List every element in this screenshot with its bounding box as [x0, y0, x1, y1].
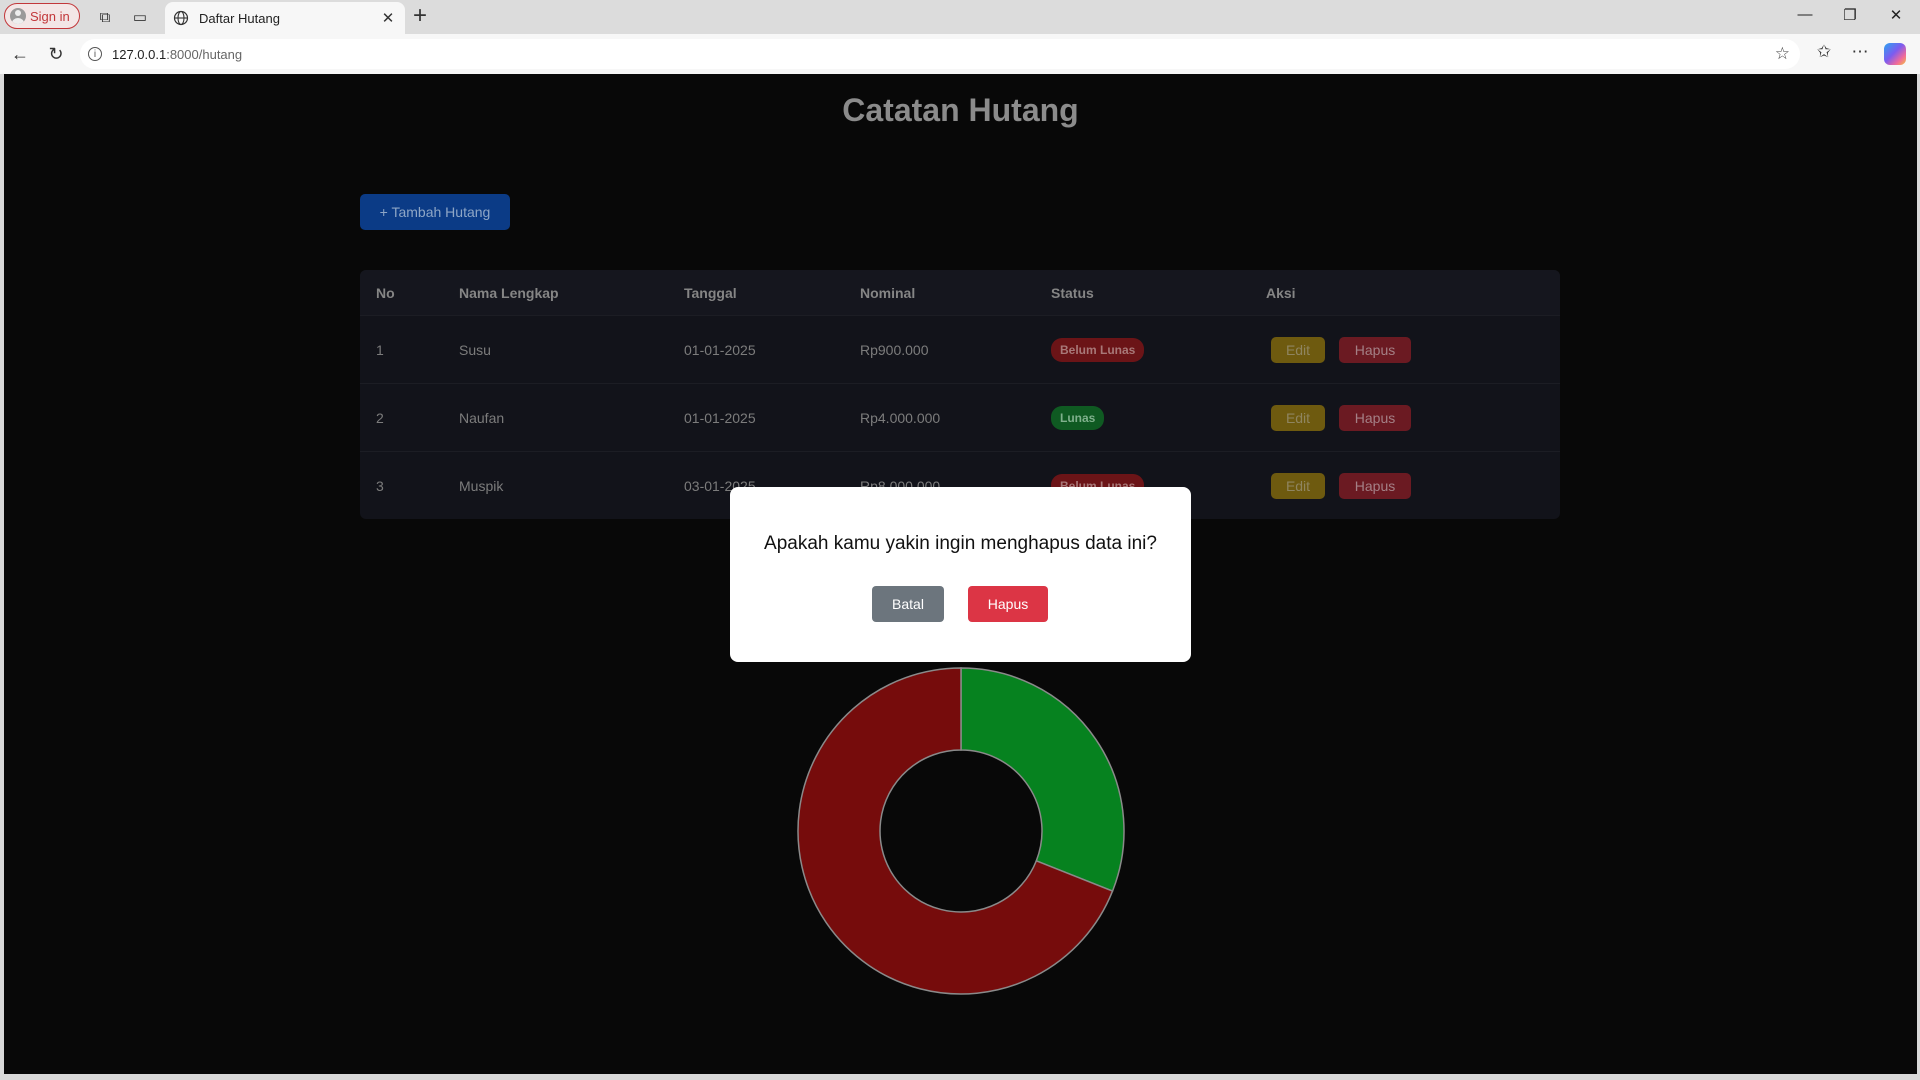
favorites-icon[interactable]: ✩ [1812, 42, 1836, 62]
favorite-star-icon[interactable]: ☆ [1775, 44, 1790, 64]
row-name: Muspik [459, 477, 504, 494]
row-date: 01-01-2025 [684, 341, 756, 358]
minimize-icon[interactable]: — [1793, 6, 1817, 23]
edit-button[interactable]: Edit [1271, 336, 1325, 363]
row-date: 01-01-2025 [684, 409, 756, 426]
url-path: :8000/hutang [166, 46, 243, 62]
status-donut-chart [797, 667, 1125, 995]
back-icon[interactable]: ← [8, 42, 32, 66]
dialog-message: Apakah kamu yakin ingin menghapus data i… [764, 533, 1157, 554]
url-field[interactable]: i 127.0.0.1:8000/hutang ☆ [80, 39, 1800, 69]
address-bar-row: ← ↻ i 127.0.0.1:8000/hutang ☆ ✩ ⋯ [0, 34, 1920, 74]
confirm-delete-button[interactable]: Hapus [968, 586, 1048, 622]
debt-table: No Nama Lengkap Tanggal Nominal Status A… [360, 270, 1560, 519]
status-badge: Lunas [1051, 405, 1105, 430]
row-name: Susu [459, 341, 491, 358]
table-header: No Nama Lengkap Tanggal Nominal Status A… [360, 270, 1560, 316]
tab-daftar-hutang[interactable]: Daftar Hutang ✕ [165, 2, 405, 34]
more-options-icon[interactable]: ⋯ [1848, 42, 1872, 62]
row-name: Naufan [459, 409, 505, 426]
row-no: 1 [376, 341, 384, 358]
delete-confirm-dialog: Apakah kamu yakin ingin menghapus data i… [730, 487, 1191, 662]
tab-actions-icon[interactable]: ▭ [129, 6, 151, 28]
header-name: Nama Lengkap [459, 284, 559, 301]
header-no: No [376, 284, 395, 301]
header-status: Status [1051, 284, 1094, 301]
row-status: Belum Lunas [1051, 316, 1145, 383]
close-tab-icon[interactable]: ✕ [379, 9, 397, 27]
close-window-icon[interactable]: ✕ [1884, 6, 1908, 24]
donut-slice-lunas [960, 667, 1125, 893]
row-actions: Edit Hapus [1266, 384, 1411, 451]
page-title: Catatan Hutang [842, 92, 1079, 128]
globe-icon [173, 10, 189, 26]
status-badge: Belum Lunas [1051, 337, 1145, 362]
add-debt-button[interactable]: + Tambah Hutang [360, 194, 510, 230]
cancel-button[interactable]: Batal [872, 586, 944, 622]
sign-in-label: Sign in [30, 8, 70, 24]
row-amount: Rp900.000 [860, 341, 929, 358]
header-amount: Nominal [860, 284, 916, 301]
row-no: 3 [376, 477, 384, 494]
delete-button[interactable]: Hapus [1339, 336, 1411, 363]
table-row: 2 Naufan 01-01-2025 Rp4.000.000 Lunas Ed… [360, 384, 1560, 452]
row-no: 2 [376, 409, 384, 426]
delete-button[interactable]: Hapus [1339, 404, 1411, 431]
url-host: 127.0.0.1 [112, 46, 167, 62]
browser-tab-bar: Sign in ⧉ ▭ Daftar Hutang ✕ + — ❐ ✕ [0, 0, 1920, 34]
workspaces-icon[interactable]: ⧉ [94, 6, 116, 28]
profile-icon [10, 8, 26, 24]
tab-title: Daftar Hutang [199, 10, 280, 26]
reload-icon[interactable]: ↻ [44, 42, 68, 66]
header-date: Tanggal [684, 284, 737, 301]
page-viewport: Catatan Hutang + Tambah Hutang No Nama L… [4, 74, 1917, 1074]
edit-button[interactable]: Edit [1271, 472, 1325, 499]
row-amount: Rp4.000.000 [860, 409, 941, 426]
header-actions: Aksi [1266, 284, 1296, 301]
sign-in-button[interactable]: Sign in [4, 3, 80, 29]
row-status: Lunas [1051, 384, 1105, 451]
row-actions: Edit Hapus [1266, 452, 1411, 519]
copilot-icon[interactable] [1884, 43, 1906, 65]
edit-button[interactable]: Edit [1271, 404, 1325, 431]
restore-icon[interactable]: ❐ [1838, 6, 1862, 24]
table-row: 1 Susu 01-01-2025 Rp900.000 Belum Lunas … [360, 316, 1560, 384]
url-text: 127.0.0.1:8000/hutang [112, 47, 242, 62]
row-actions: Edit Hapus [1266, 316, 1411, 383]
delete-button[interactable]: Hapus [1339, 472, 1411, 499]
site-info-icon[interactable]: i [88, 47, 102, 61]
new-tab-icon[interactable]: + [413, 3, 427, 29]
